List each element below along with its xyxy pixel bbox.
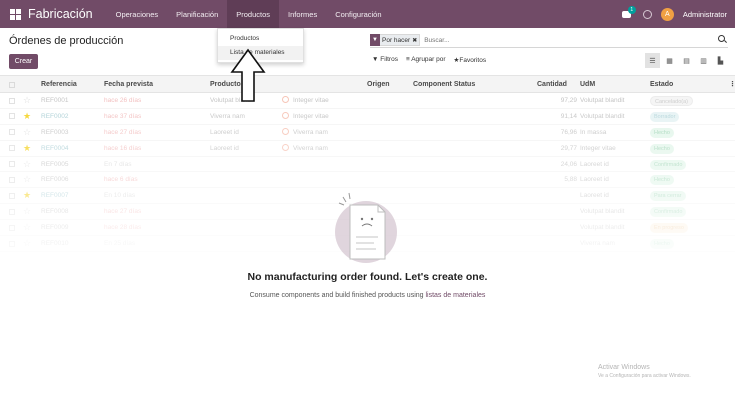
avatar[interactable]: A bbox=[660, 7, 674, 21]
bom-link[interactable]: listas de materiales bbox=[425, 292, 485, 299]
filters-button[interactable]: ▼ Filtros bbox=[372, 56, 398, 64]
filter-funnel-icon: ▼ bbox=[370, 33, 380, 46]
search-icon[interactable] bbox=[718, 35, 725, 42]
layers-icon: ≡ bbox=[405, 56, 410, 63]
table-header: Referencia Fecha prevista Producto Orige… bbox=[0, 75, 735, 93]
col-referencia[interactable]: Referencia bbox=[41, 76, 77, 94]
col-fecha-prevista[interactable]: Fecha prevista bbox=[104, 76, 153, 94]
top-navbar: Fabricación Operaciones Planificación Pr… bbox=[0, 0, 735, 28]
empty-state-title: No manufacturing order found. Let's crea… bbox=[247, 271, 488, 283]
page-title: Órdenes de producción bbox=[9, 35, 124, 47]
col-cantidad[interactable]: Cantidad bbox=[537, 76, 567, 94]
windows-activation-watermark: Activar Windows Ve a Configuración para … bbox=[598, 364, 691, 379]
annotation-arrow-icon bbox=[230, 48, 266, 102]
col-component-status[interactable]: Component Status bbox=[413, 76, 475, 94]
create-button[interactable]: Crear bbox=[9, 54, 38, 69]
chat-badge: 1 bbox=[627, 6, 636, 14]
facet-close-icon[interactable]: ✖ bbox=[412, 37, 419, 44]
watermark-subtitle: Ve a Configuración para activar Windows. bbox=[598, 373, 691, 379]
app-name[interactable]: Fabricación bbox=[28, 7, 93, 21]
favorites-button[interactable]: ★Favoritos bbox=[454, 56, 487, 64]
col-estado[interactable]: Estado bbox=[650, 76, 673, 94]
col-udm[interactable]: UdM bbox=[580, 76, 595, 94]
group-by-label: Agrupar por bbox=[411, 56, 446, 63]
pivot-view-icon[interactable]: ▥ bbox=[696, 53, 711, 68]
facet-label: Por hacer bbox=[382, 36, 411, 44]
calendar-view-icon[interactable]: ▤ bbox=[679, 53, 694, 68]
menu-productos[interactable]: Productos bbox=[227, 0, 280, 28]
col-origen[interactable]: Origen bbox=[367, 76, 390, 94]
group-by-button[interactable]: ≡ Agrupar por bbox=[406, 56, 446, 64]
apps-menu-icon[interactable] bbox=[10, 8, 21, 20]
chat-icon[interactable]: 1 bbox=[621, 6, 636, 19]
empty-state-help: Consume components and build finished pr… bbox=[0, 292, 735, 299]
search-bar: ▼ Por hacer ✖ bbox=[370, 33, 728, 48]
menu-operaciones[interactable]: Operaciones bbox=[107, 0, 168, 28]
systray: 1 A Administrator bbox=[621, 0, 727, 28]
empty-state: No manufacturing order found. Let's crea… bbox=[0, 185, 735, 299]
kanban-view-icon[interactable]: ▦ bbox=[662, 53, 677, 68]
favorites-label: Favoritos bbox=[459, 57, 487, 64]
select-all-checkbox[interactable] bbox=[9, 82, 15, 88]
search-options: ▼ Filtros ≡ Agrupar por ★Favoritos bbox=[372, 56, 486, 64]
menu-planificacion[interactable]: Planificación bbox=[167, 0, 227, 28]
empty-document-illustration-icon bbox=[334, 192, 397, 263]
list-view-icon[interactable]: ☰ bbox=[645, 53, 660, 68]
search-input[interactable] bbox=[424, 36, 675, 44]
filters-label: Filtros bbox=[380, 56, 398, 63]
graph-view-icon[interactable]: ▙ bbox=[713, 53, 728, 68]
view-switcher: ☰ ▦ ▤ ▥ ▙ bbox=[645, 53, 728, 68]
optional-columns-icon[interactable]: ⋮ bbox=[729, 76, 735, 94]
menu-configuracion[interactable]: Configuración bbox=[326, 0, 390, 28]
empty-help-text: Consume components and build finished pr… bbox=[249, 292, 426, 299]
user-name[interactable]: Administrator bbox=[683, 10, 727, 19]
activity-clock-icon[interactable] bbox=[642, 9, 652, 19]
watermark-title: Activar Windows bbox=[598, 364, 650, 371]
menu-informes[interactable]: Informes bbox=[279, 0, 326, 28]
dropdown-item-productos[interactable]: Productos bbox=[218, 32, 303, 46]
funnel-icon: ▼ bbox=[372, 56, 379, 63]
search-facet: ▼ Por hacer ✖ bbox=[370, 33, 421, 46]
